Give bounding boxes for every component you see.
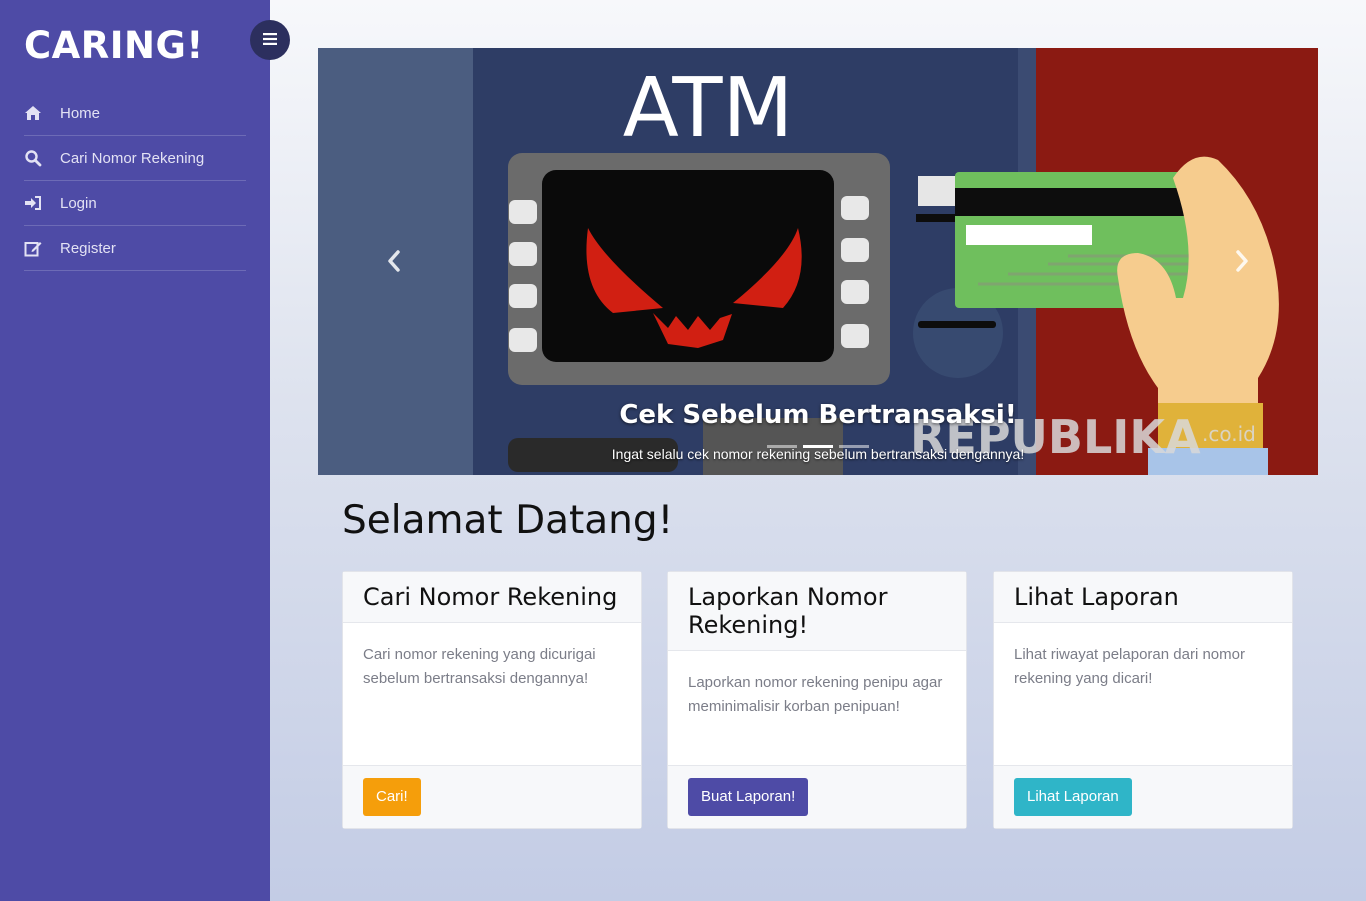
home-icon — [24, 104, 42, 122]
chevron-right-icon — [1234, 249, 1250, 277]
sidebar-item-label: Home — [60, 104, 101, 122]
card-title: Lihat Laporan — [994, 572, 1292, 623]
lihat-laporan-button[interactable]: Lihat Laporan — [1014, 778, 1132, 816]
hamburger-icon — [263, 32, 277, 48]
card-footer: Lihat Laporan — [994, 765, 1292, 828]
sidebar-item-register[interactable]: Register — [24, 226, 246, 271]
carousel-indicators — [767, 445, 869, 448]
brand-logo[interactable]: CARING! — [24, 24, 204, 67]
card-text: Laporkan nomor rekening penipu agar memi… — [688, 674, 943, 715]
cari-button[interactable]: Cari! — [363, 778, 421, 816]
sign-in-icon — [24, 194, 42, 212]
card-text: Cari nomor rekening yang dicurigai sebel… — [363, 646, 596, 687]
sidebar-item-label: Login — [60, 194, 97, 212]
carousel-prev-button[interactable] — [374, 238, 414, 288]
card-lihat-laporan: Lihat Laporan Lihat riwayat pelaporan da… — [993, 571, 1293, 829]
sidebar: CARING! Home Cari Nomor Rekening Login R… — [0, 0, 270, 901]
carousel-caption-text: Ingat selalu cek nomor rekening sebelum … — [611, 446, 1025, 462]
carousel-indicator[interactable] — [767, 445, 797, 448]
carousel-indicator[interactable] — [839, 445, 869, 448]
atm-text: ATM — [623, 61, 794, 156]
search-icon — [24, 149, 42, 167]
sidebar-item-login[interactable]: Login — [24, 181, 246, 226]
sidebar-item-label: Register — [60, 239, 116, 257]
page-title: Selamat Datang! — [342, 498, 674, 543]
card-text: Lihat riwayat pelaporan dari nomor reken… — [1014, 646, 1245, 687]
hero-carousel: ATM REPUBLIKA .co.id Cek Sebelum Bertran… — [318, 48, 1318, 475]
card-title: Cari Nomor Rekening — [343, 572, 641, 623]
buat-laporan-button[interactable]: Buat Laporan! — [688, 778, 809, 816]
sidebar-nav: Home Cari Nomor Rekening Login Register — [24, 91, 246, 271]
chevron-left-icon — [386, 249, 402, 277]
sidebar-item-label: Cari Nomor Rekening — [60, 149, 205, 167]
card-footer: Buat Laporan! — [668, 765, 966, 828]
sidebar-item-home[interactable]: Home — [24, 91, 246, 136]
card-footer: Cari! — [343, 765, 641, 828]
carousel-caption-title: Cek Sebelum Bertransaksi! — [619, 400, 1017, 430]
carousel-indicator[interactable] — [803, 445, 833, 448]
sidebar-toggle-button[interactable] — [250, 20, 290, 60]
card-laporkan-nomor-rekening: Laporkan Nomor Rekening! Laporkan nomor … — [667, 571, 967, 829]
edit-icon — [24, 239, 42, 257]
carousel-next-button[interactable] — [1222, 238, 1262, 288]
card-cari-nomor-rekening: Cari Nomor Rekening Cari nomor rekening … — [342, 571, 642, 829]
sidebar-item-cari-nomor-rekening[interactable]: Cari Nomor Rekening — [24, 136, 246, 181]
card-title: Laporkan Nomor Rekening! — [668, 572, 966, 651]
